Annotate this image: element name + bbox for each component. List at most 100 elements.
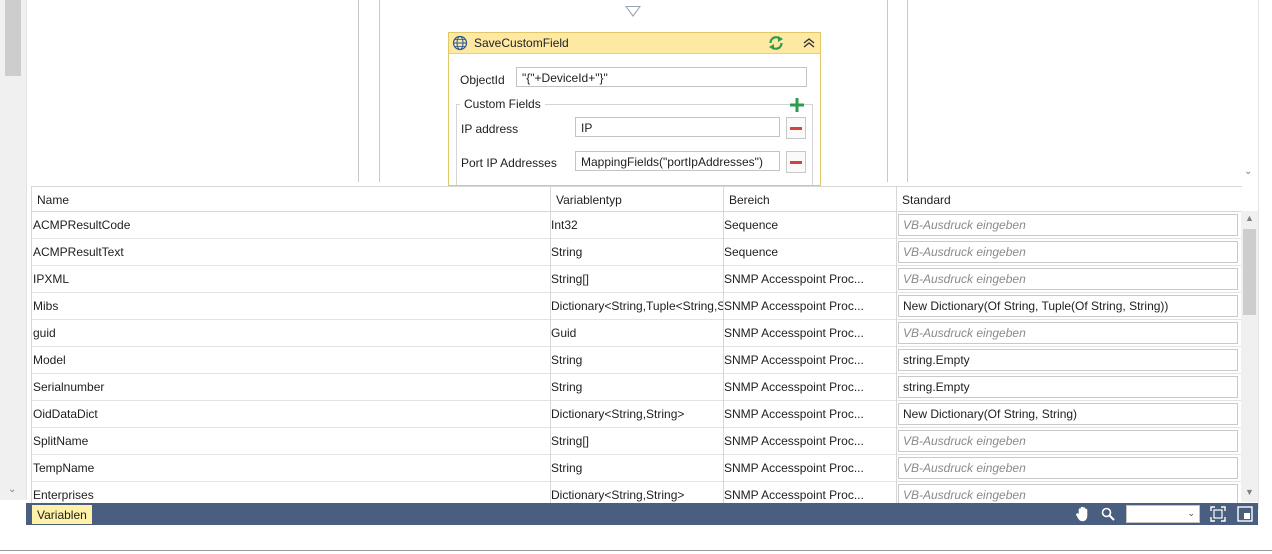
table-row[interactable]: TempName String SNMP Accesspoint Proc... VB…: [32, 455, 1242, 482]
column-separator: [896, 211, 897, 503]
add-field-icon[interactable]: [789, 97, 805, 113]
scrollbar-thumb[interactable]: [1243, 229, 1256, 315]
field-value-ip-address[interactable]: IP: [575, 117, 780, 137]
variable-type-cell[interactable]: String: [551, 347, 723, 373]
save-custom-field-activity[interactable]: SaveCustomField ObjectId "{"+DeviceId+"}…: [448, 32, 821, 186]
default-value-input[interactable]: VB-Ausdruck eingeben: [898, 322, 1238, 344]
variable-type-cell[interactable]: String: [551, 374, 723, 400]
scroll-down-icon[interactable]: ▼: [1245, 487, 1254, 497]
table-row[interactable]: Model String SNMP Accesspoint Proc... strin…: [32, 347, 1242, 374]
left-vertical-scrollbar[interactable]: ⌄: [0, 0, 27, 500]
variable-type-cell[interactable]: String: [551, 455, 723, 481]
default-value-input[interactable]: VB-Ausdruck eingeben: [898, 214, 1238, 236]
variable-scope-cell[interactable]: SNMP Accesspoint Proc...: [724, 266, 896, 292]
table-row[interactable]: ACMPResultCode Int32 Sequence VB-Ausdruck e…: [32, 212, 1242, 239]
variable-name-cell[interactable]: OidDataDict: [33, 401, 550, 427]
field-label-port-ip-addresses: Port IP Addresses: [461, 156, 557, 170]
table-row[interactable]: Serialnumber String SNMP Accesspoint Proc.…: [32, 374, 1242, 401]
column-header-type[interactable]: Variablentyp: [551, 187, 724, 211]
variable-scope-cell[interactable]: Sequence: [724, 212, 896, 238]
variable-scope-cell[interactable]: SNMP Accesspoint Proc...: [724, 347, 896, 373]
collapse-chevron-icon[interactable]: [801, 35, 817, 51]
default-value-input[interactable]: VB-Ausdruck eingeben: [898, 457, 1238, 479]
table-row[interactable]: SplitName String[] SNMP Accesspoint Proc..…: [32, 428, 1242, 455]
scroll-down-icon[interactable]: ⌄: [8, 484, 16, 495]
designer-vertical-scrollbar[interactable]: ⌄: [1240, 0, 1258, 182]
variable-type-cell[interactable]: Dictionary<String,String>: [551, 482, 723, 503]
grid-vertical-scrollbar[interactable]: ▲ ▼: [1241, 211, 1258, 502]
variable-name-cell[interactable]: ACMPResultCode: [33, 212, 550, 238]
sequence-border-left-outer: [358, 0, 359, 182]
variable-name-cell[interactable]: IPXML: [33, 266, 550, 292]
variable-name-cell[interactable]: Enterprises: [33, 482, 550, 503]
variable-type-cell[interactable]: Dictionary<String,Tuple<String,S: [551, 293, 723, 319]
flow-arrow-icon: [625, 6, 641, 17]
column-separator: [723, 211, 724, 503]
variable-scope-cell[interactable]: SNMP Accesspoint Proc...: [724, 293, 896, 319]
variable-scope-cell[interactable]: SNMP Accesspoint Proc...: [724, 401, 896, 427]
object-id-input[interactable]: "{"+DeviceId+"}": [516, 67, 807, 87]
overview-icon[interactable]: [1237, 506, 1253, 522]
default-value-input[interactable]: VB-Ausdruck eingeben: [898, 484, 1238, 503]
default-value-input[interactable]: VB-Ausdruck eingeben: [898, 430, 1238, 452]
variable-scope-cell[interactable]: SNMP Accesspoint Proc...: [724, 455, 896, 481]
variable-scope-cell[interactable]: SNMP Accesspoint Proc...: [724, 374, 896, 400]
variable-scope-cell[interactable]: SNMP Accesspoint Proc...: [724, 428, 896, 454]
remove-ip-address-button[interactable]: [786, 117, 806, 139]
variable-name-cell[interactable]: SplitName: [33, 428, 550, 454]
fit-to-screen-icon[interactable]: [1210, 506, 1226, 522]
variable-type-cell[interactable]: Int32: [551, 212, 723, 238]
refresh-icon[interactable]: [767, 34, 785, 52]
column-header-name[interactable]: Name: [32, 187, 551, 211]
field-label-ip-address: IP address: [461, 122, 519, 136]
variable-type-cell[interactable]: Dictionary<String,String>: [551, 401, 723, 427]
chevron-down-icon: ⌄: [1187, 508, 1195, 518]
variable-scope-cell[interactable]: SNMP Accesspoint Proc...: [724, 320, 896, 346]
variable-scope-cell[interactable]: Sequence: [724, 239, 896, 265]
variable-name-cell[interactable]: Model: [33, 347, 550, 373]
table-row[interactable]: ACMPResultText String Sequence VB-Ausdruck …: [32, 239, 1242, 266]
default-value-input[interactable]: VB-Ausdruck eingeben: [898, 268, 1238, 290]
activity-header[interactable]: SaveCustomField: [449, 33, 820, 54]
object-id-label: ObjectId: [460, 73, 505, 87]
field-value-port-ip-addresses[interactable]: MappingFields("portIpAddresses"): [575, 151, 780, 171]
sequence-border-right-outer: [907, 0, 908, 182]
column-header-default[interactable]: Standard: [897, 187, 1242, 211]
variable-name-cell[interactable]: ACMPResultText: [33, 239, 550, 265]
column-header-scope[interactable]: Bereich: [724, 187, 897, 211]
bottom-divider: [0, 550, 1272, 551]
variable-type-cell[interactable]: String[]: [551, 266, 723, 292]
default-value-input[interactable]: string.Empty: [898, 349, 1238, 371]
variable-name-cell[interactable]: Mibs: [33, 293, 550, 319]
variable-type-cell[interactable]: Guid: [551, 320, 723, 346]
table-row[interactable]: Mibs Dictionary<String,Tuple<String,S SNMP…: [32, 293, 1242, 320]
grid-header: Name Variablentyp Bereich Standard: [32, 187, 1242, 212]
variable-name-cell[interactable]: Serialnumber: [33, 374, 550, 400]
table-row[interactable]: Enterprises Dictionary<String,String> SNMP…: [32, 482, 1242, 503]
variables-tab[interactable]: Variablen: [32, 505, 92, 524]
hand-pan-icon[interactable]: [1074, 505, 1092, 523]
variable-type-cell[interactable]: String[]: [551, 428, 723, 454]
table-row[interactable]: IPXML String[] SNMP Accesspoint Proc... VB-…: [32, 266, 1242, 293]
variable-scope-cell[interactable]: SNMP Accesspoint Proc...: [724, 482, 896, 503]
table-row[interactable]: guid Guid SNMP Accesspoint Proc... VB-Ausdr…: [32, 320, 1242, 347]
designer-statusbar: Variablen ⌄: [26, 503, 1258, 525]
default-value-input[interactable]: string.Empty: [898, 376, 1238, 398]
default-value-input[interactable]: New Dictionary(Of String, Tuple(Of Strin…: [898, 295, 1238, 317]
workflow-designer[interactable]: SaveCustomField ObjectId "{"+DeviceId+"}…: [0, 0, 1272, 186]
variable-name-cell[interactable]: TempName: [33, 455, 550, 481]
scrollbar-thumb[interactable]: [5, 0, 21, 76]
column-separator: [550, 211, 551, 503]
variable-name-cell[interactable]: guid: [33, 320, 550, 346]
variable-type-cell[interactable]: String: [551, 239, 723, 265]
remove-port-ip-addresses-button[interactable]: [786, 151, 806, 173]
zoom-level-dropdown[interactable]: ⌄: [1126, 505, 1200, 523]
default-value-input[interactable]: New Dictionary(Of String, String): [898, 403, 1238, 425]
table-row[interactable]: OidDataDict Dictionary<String,String> SNMP…: [32, 401, 1242, 428]
scroll-up-icon[interactable]: ▲: [1245, 213, 1254, 223]
scroll-down-icon[interactable]: ⌄: [1244, 166, 1252, 177]
search-zoom-icon[interactable]: [1100, 506, 1116, 522]
variables-grid[interactable]: Name Variablentyp Bereich Standard ACMPR…: [31, 186, 1242, 504]
default-value-input[interactable]: VB-Ausdruck eingeben: [898, 241, 1238, 263]
sequence-border-right-inner: [887, 0, 888, 182]
